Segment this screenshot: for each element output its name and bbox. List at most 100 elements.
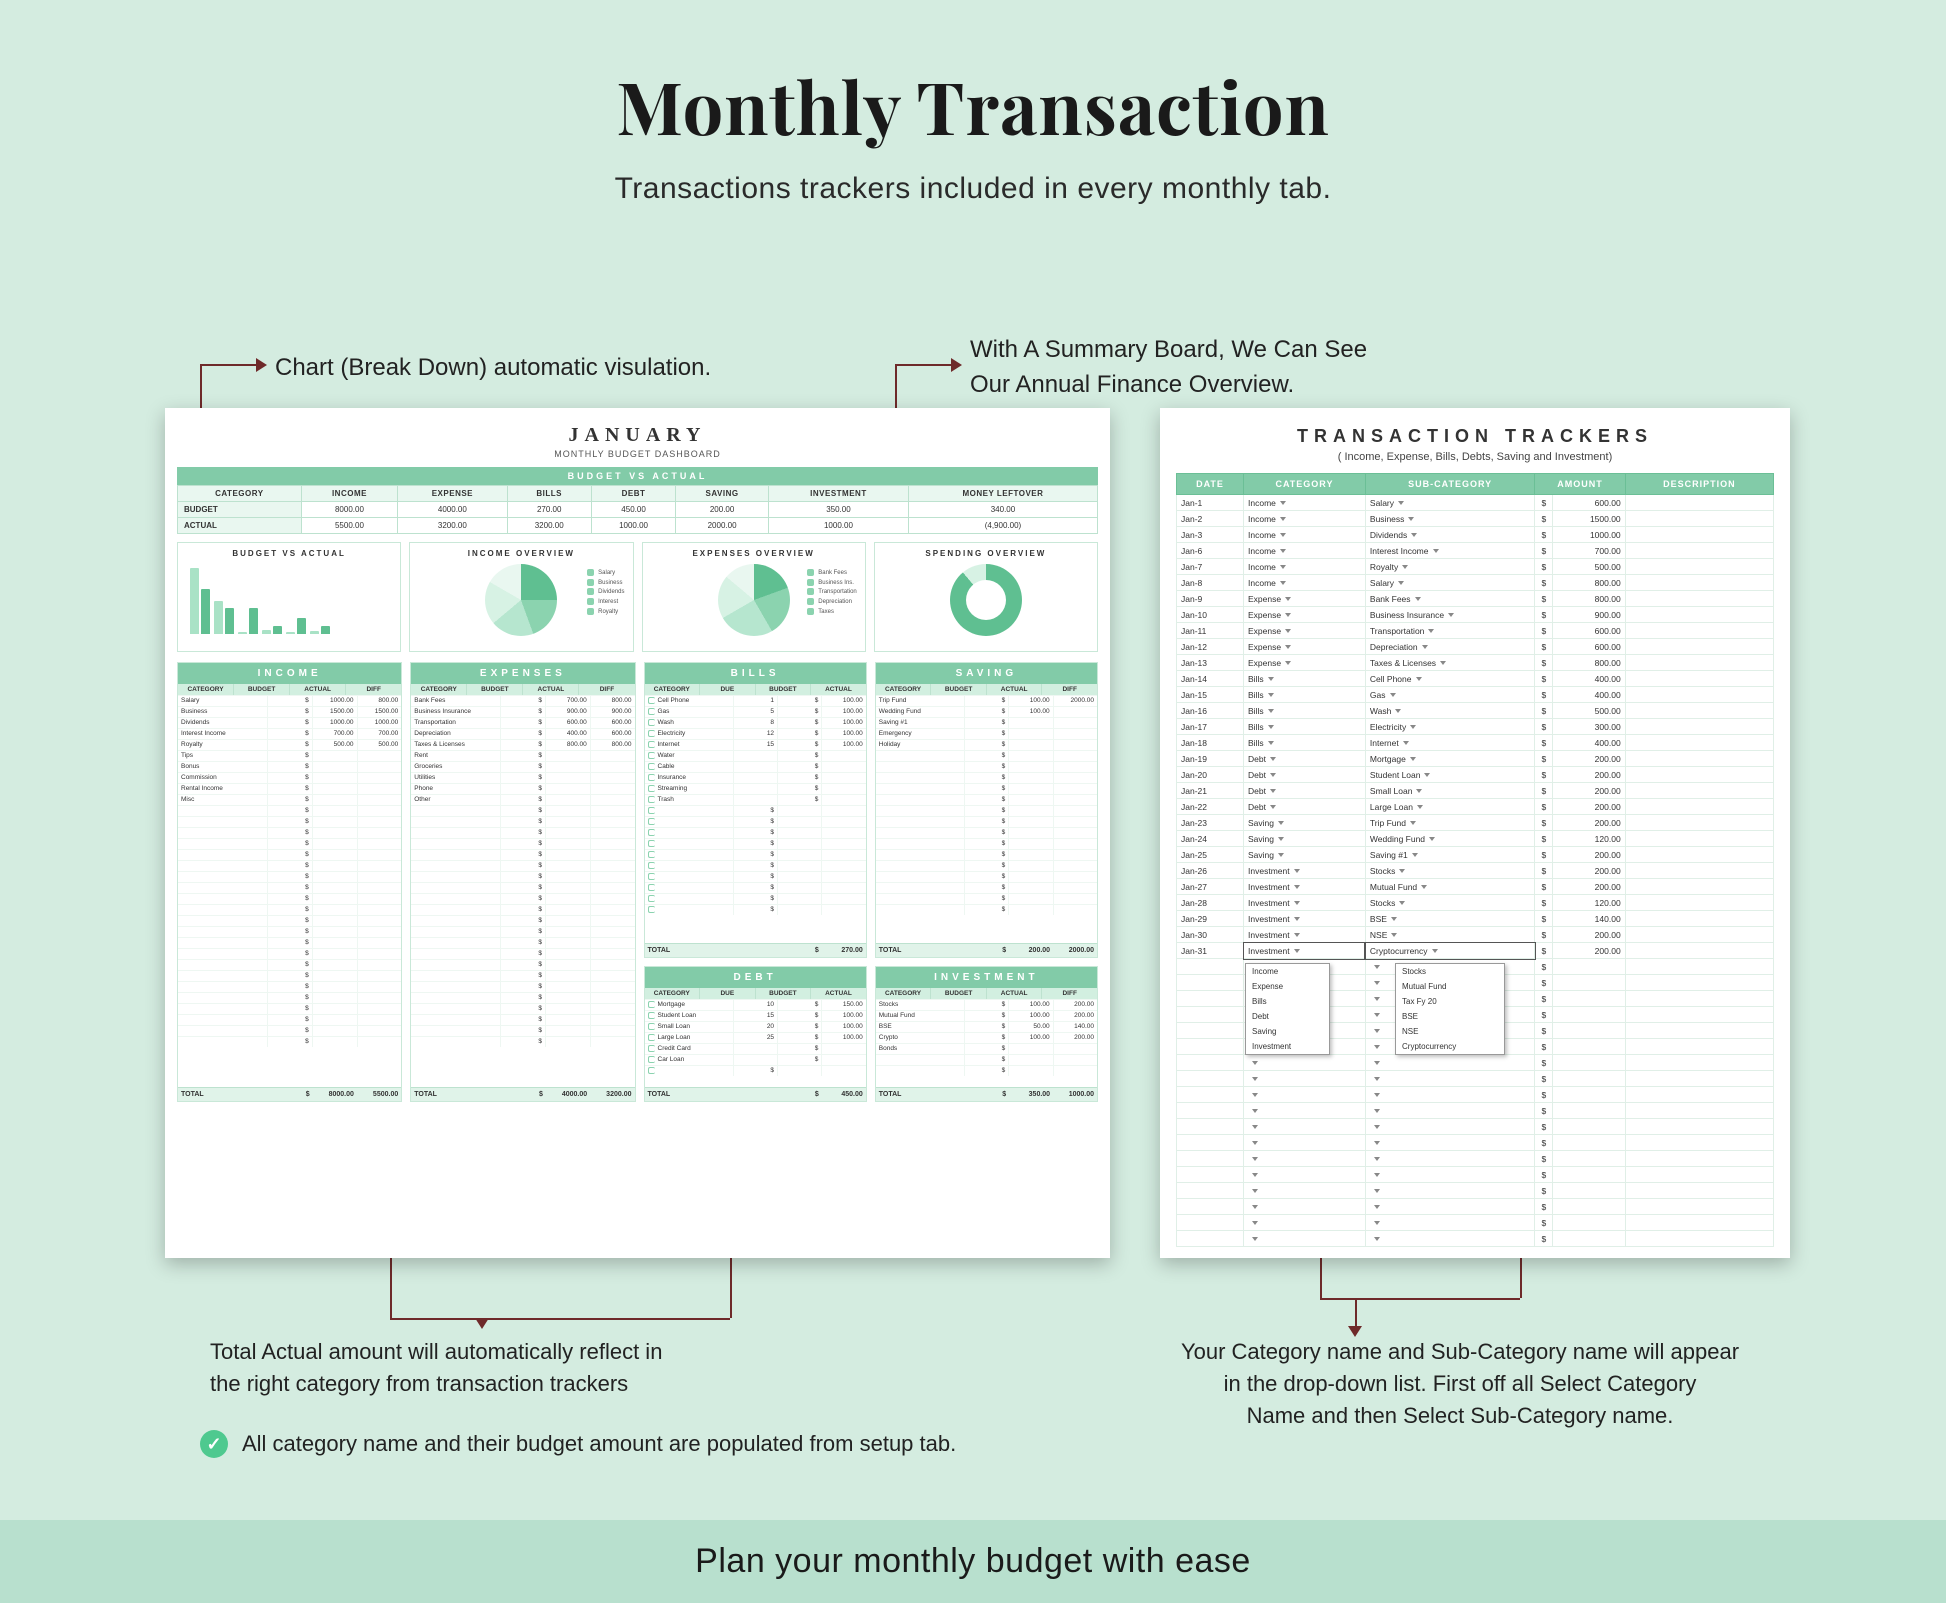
dropdown-option[interactable]: Expense <box>1246 979 1329 994</box>
table-row[interactable]: $ <box>178 849 401 860</box>
chevron-down-icon[interactable] <box>1391 917 1397 921</box>
checkbox-icon[interactable] <box>648 741 655 748</box>
cell[interactable]: Income <box>1244 495 1366 511</box>
dropdown-option[interactable]: Income <box>1246 964 1329 979</box>
checkbox-icon[interactable] <box>648 1056 655 1063</box>
chevron-down-icon[interactable] <box>1374 1061 1380 1065</box>
cell[interactable]: Saving <box>1244 815 1366 831</box>
checkbox-icon[interactable] <box>648 752 655 759</box>
chevron-down-icon[interactable] <box>1280 501 1286 505</box>
table-row[interactable]: BSE$50.00140.00 <box>876 1021 1097 1032</box>
cell[interactable]: Cryptocurrency <box>1365 943 1535 959</box>
table-row[interactable]: $ <box>178 981 401 992</box>
cell[interactable] <box>1365 1071 1535 1087</box>
cell[interactable] <box>1244 1215 1366 1231</box>
table-row[interactable]: $ <box>178 1025 401 1036</box>
table-row[interactable]: $ <box>411 970 634 981</box>
chevron-down-icon[interactable] <box>1412 853 1418 857</box>
cell[interactable] <box>1244 1119 1366 1135</box>
checkbox-icon[interactable] <box>648 873 655 880</box>
table-row[interactable]: Trip Fund$100.002000.00 <box>876 695 1097 706</box>
cell[interactable]: Debt <box>1244 783 1366 799</box>
chevron-down-icon[interactable] <box>1285 645 1291 649</box>
chevron-down-icon[interactable] <box>1280 517 1286 521</box>
chevron-down-icon[interactable] <box>1280 565 1286 569</box>
chevron-down-icon[interactable] <box>1424 773 1430 777</box>
chevron-down-icon[interactable] <box>1374 981 1380 985</box>
chevron-down-icon[interactable] <box>1398 501 1404 505</box>
table-row[interactable]: $ <box>876 783 1097 794</box>
table-row[interactable]: Car Loan$ <box>645 1054 866 1065</box>
table-row[interactable]: Rent$ <box>411 750 634 761</box>
table-row[interactable]: Jan-27InvestmentMutual Fund$200.00 <box>1177 879 1774 895</box>
table-row[interactable]: $ <box>411 893 634 904</box>
table-row[interactable]: $ <box>645 816 866 827</box>
dropdown-option[interactable]: Bills <box>1246 994 1329 1009</box>
category-dropdown[interactable]: IncomeExpenseBillsDebtSavingInvestment <box>1245 963 1330 1055</box>
chevron-down-icon[interactable] <box>1416 677 1422 681</box>
table-row[interactable]: Crypto$100.00200.00 <box>876 1032 1097 1043</box>
chevron-down-icon[interactable] <box>1252 1109 1258 1113</box>
cell[interactable]: Small Loan <box>1365 783 1535 799</box>
table-row[interactable]: $ <box>411 904 634 915</box>
checkbox-icon[interactable] <box>648 763 655 770</box>
table-row[interactable]: $ <box>645 1065 866 1076</box>
chevron-down-icon[interactable] <box>1374 1157 1380 1161</box>
table-row[interactable]: Cable$ <box>645 761 866 772</box>
cell[interactable] <box>1365 1151 1535 1167</box>
cell[interactable] <box>1365 1167 1535 1183</box>
table-row[interactable]: Bonds$ <box>876 1043 1097 1054</box>
table-row[interactable]: $ <box>645 805 866 816</box>
checkbox-icon[interactable] <box>648 1001 655 1008</box>
cell[interactable] <box>1244 1103 1366 1119</box>
chevron-down-icon[interactable] <box>1280 533 1286 537</box>
table-row[interactable]: $ <box>178 1014 401 1025</box>
chevron-down-icon[interactable] <box>1374 1237 1380 1241</box>
chevron-down-icon[interactable] <box>1268 693 1274 697</box>
checkbox-icon[interactable] <box>648 840 655 847</box>
table-row[interactable]: Jan-18BillsInternet$400.00 <box>1177 735 1774 751</box>
cell[interactable]: Electricity <box>1365 719 1535 735</box>
chevron-down-icon[interactable] <box>1417 805 1423 809</box>
table-row[interactable]: Utilities$ <box>411 772 634 783</box>
checkbox-icon[interactable] <box>648 785 655 792</box>
table-row[interactable]: Small Loan20$100.00 <box>645 1021 866 1032</box>
table-row[interactable]: Jan-26InvestmentStocks$200.00 <box>1177 863 1774 879</box>
trackers-table[interactable]: DATECATEGORYSUB-CATEGORYAMOUNTDESCRIPTIO… <box>1176 473 1774 1247</box>
table-row[interactable]: $ <box>411 937 634 948</box>
table-row[interactable]: Jan-14BillsCell Phone$400.00 <box>1177 671 1774 687</box>
table-row[interactable]: $ <box>411 948 634 959</box>
cell[interactable]: Taxes & Licenses <box>1365 655 1535 671</box>
checkbox-icon[interactable] <box>648 862 655 869</box>
table-row[interactable]: Gas5$100.00 <box>645 706 866 717</box>
table-row[interactable]: Rental Income$ <box>178 783 401 794</box>
chevron-down-icon[interactable] <box>1270 789 1276 793</box>
dropdown-option[interactable]: Stocks <box>1396 964 1504 979</box>
cell[interactable] <box>1244 1199 1366 1215</box>
chevron-down-icon[interactable] <box>1270 805 1276 809</box>
table-row[interactable]: $ <box>411 816 634 827</box>
checkbox-icon[interactable] <box>648 719 655 726</box>
chevron-down-icon[interactable] <box>1395 709 1401 713</box>
table-row[interactable]: $ <box>411 1003 634 1014</box>
table-row[interactable]: $ <box>645 838 866 849</box>
chevron-down-icon[interactable] <box>1391 933 1397 937</box>
table-row[interactable]: Jan-22DebtLarge Loan$200.00 <box>1177 799 1774 815</box>
cell[interactable] <box>1365 1231 1535 1247</box>
chevron-down-icon[interactable] <box>1268 725 1274 729</box>
table-row[interactable]: $ <box>411 959 634 970</box>
table-row[interactable]: $ <box>1177 1151 1774 1167</box>
table-row[interactable]: $ <box>645 893 866 904</box>
chevron-down-icon[interactable] <box>1432 949 1438 953</box>
checkbox-icon[interactable] <box>648 1012 655 1019</box>
table-row[interactable]: $ <box>178 904 401 915</box>
table-row[interactable]: Jan-3IncomeDividends$1000.00 <box>1177 527 1774 543</box>
cell[interactable] <box>1244 1183 1366 1199</box>
table-row[interactable]: Jan-28InvestmentStocks$120.00 <box>1177 895 1774 911</box>
table-row[interactable]: $ <box>178 970 401 981</box>
table-row[interactable]: Depreciation$400.00600.00 <box>411 728 634 739</box>
table-row[interactable]: $ <box>178 816 401 827</box>
chevron-down-icon[interactable] <box>1428 629 1434 633</box>
table-row[interactable]: Trash$ <box>645 794 866 805</box>
cell[interactable]: Bank Fees <box>1365 591 1535 607</box>
